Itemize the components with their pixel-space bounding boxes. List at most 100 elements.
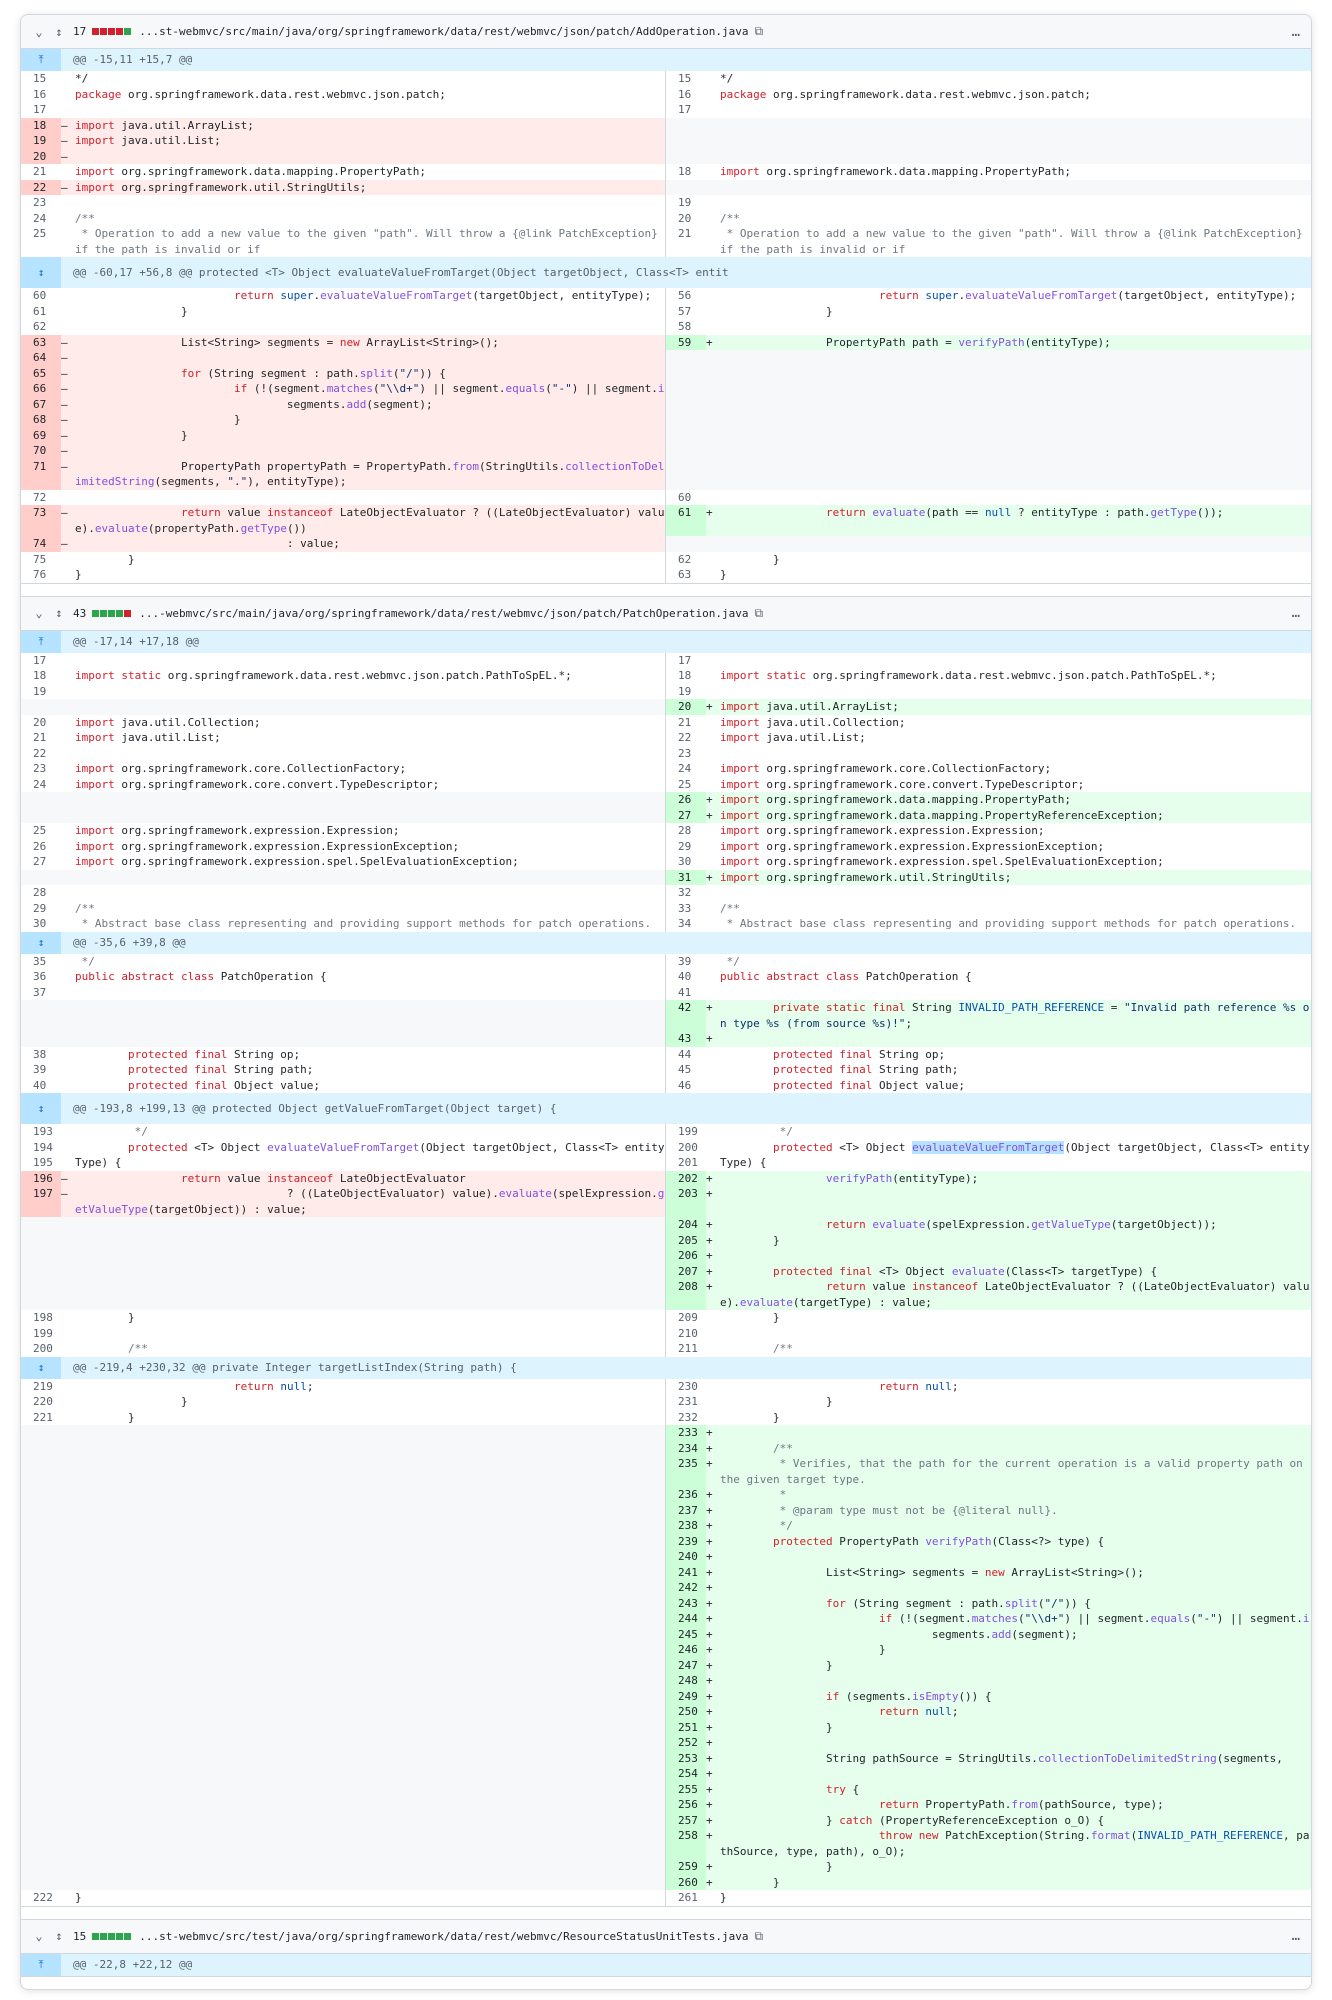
line-number[interactable]: 29 (666, 839, 706, 855)
line-number[interactable]: 33 (666, 901, 706, 917)
line-number[interactable]: 22 (21, 179, 61, 195)
line-number[interactable]: 255 (666, 1781, 706, 1797)
line-number[interactable]: 32 (666, 885, 706, 901)
line-number[interactable]: 61 (21, 304, 61, 320)
line-number[interactable]: 27 (21, 854, 61, 870)
line-number[interactable]: 20 (21, 148, 61, 164)
line-number[interactable]: 76 (21, 567, 61, 583)
expand-both-icon[interactable]: ↕ (21, 1093, 61, 1124)
line-number[interactable] (21, 1596, 61, 1612)
line-number[interactable]: 194 (21, 1140, 61, 1156)
copy-icon[interactable]: ⧉ (755, 24, 764, 39)
line-number[interactable]: 63 (666, 567, 706, 583)
line-number[interactable]: 41 (666, 985, 706, 1001)
line-number[interactable]: 254 (666, 1766, 706, 1782)
line-number[interactable]: 257 (666, 1812, 706, 1828)
line-number[interactable]: 240 (666, 1549, 706, 1565)
line-number[interactable] (666, 133, 706, 149)
expand-all-icon[interactable]: ↕ (51, 1929, 67, 1943)
more-options-icon[interactable]: … (1292, 1928, 1301, 1944)
line-number[interactable]: 17 (666, 102, 706, 118)
line-number[interactable]: 20 (666, 699, 706, 715)
line-number[interactable]: 200 (666, 1140, 706, 1156)
line-number[interactable]: 62 (666, 552, 706, 568)
line-number[interactable]: 17 (21, 102, 61, 118)
line-number[interactable] (21, 1441, 61, 1457)
line-number[interactable] (21, 1233, 61, 1249)
chevron-down-icon[interactable]: ⌄ (31, 1929, 47, 1943)
line-number[interactable] (21, 1782, 61, 1798)
chevron-down-icon[interactable]: ⌄ (31, 606, 47, 620)
line-number[interactable]: 71 (21, 458, 61, 490)
line-number[interactable]: 193 (21, 1124, 61, 1140)
line-number[interactable]: 15 (21, 71, 61, 87)
line-number[interactable] (666, 536, 706, 552)
line-number[interactable]: 34 (666, 916, 706, 932)
line-number[interactable] (21, 1611, 61, 1627)
line-number[interactable] (21, 1627, 61, 1643)
line-number[interactable] (21, 1875, 61, 1891)
line-number[interactable]: 201 (666, 1155, 706, 1171)
line-number[interactable]: 64 (21, 350, 61, 366)
line-number[interactable]: 24 (666, 761, 706, 777)
line-number[interactable]: 211 (666, 1341, 706, 1357)
line-number[interactable]: 239 (666, 1533, 706, 1549)
line-number[interactable]: 69 (21, 427, 61, 443)
line-number[interactable]: 198 (21, 1310, 61, 1326)
line-number[interactable] (21, 1425, 61, 1441)
line-number[interactable]: 243 (666, 1595, 706, 1611)
line-number[interactable] (21, 1565, 61, 1581)
line-number[interactable]: 221 (21, 1410, 61, 1426)
copy-icon[interactable]: ⧉ (755, 606, 764, 621)
line-number[interactable]: 26 (21, 839, 61, 855)
line-number[interactable]: 244 (666, 1611, 706, 1627)
line-number[interactable]: 37 (21, 985, 61, 1001)
line-number[interactable]: 17 (21, 653, 61, 669)
line-number[interactable]: 259 (666, 1859, 706, 1875)
line-number[interactable]: 26 (666, 792, 706, 808)
line-number[interactable]: 58 (666, 319, 706, 335)
line-number[interactable] (21, 1704, 61, 1720)
more-options-icon[interactable]: … (1292, 605, 1301, 621)
line-number[interactable]: 31 (666, 869, 706, 885)
line-number[interactable] (21, 1735, 61, 1751)
line-number[interactable]: 207 (666, 1263, 706, 1279)
line-number[interactable] (21, 1264, 61, 1280)
line-number[interactable]: 251 (666, 1719, 706, 1735)
line-number[interactable]: 20 (21, 715, 61, 731)
line-number[interactable] (666, 180, 706, 196)
line-number[interactable]: 245 (666, 1626, 706, 1642)
line-number[interactable]: 70 (21, 443, 61, 459)
expand-all-icon[interactable]: ↕ (51, 606, 67, 620)
line-number[interactable]: 18 (666, 164, 706, 180)
line-number[interactable]: 65 (21, 365, 61, 381)
line-number[interactable]: 210 (666, 1326, 706, 1342)
line-number[interactable] (21, 1217, 61, 1233)
line-number[interactable]: 205 (666, 1232, 706, 1248)
line-number[interactable]: 56 (666, 288, 706, 304)
line-number[interactable] (21, 1642, 61, 1658)
line-number[interactable] (21, 1828, 61, 1859)
line-number[interactable] (21, 1580, 61, 1596)
line-number[interactable]: 209 (666, 1310, 706, 1326)
line-number[interactable] (21, 1549, 61, 1565)
line-number[interactable]: 28 (21, 885, 61, 901)
line-number[interactable]: 17 (666, 653, 706, 669)
line-number[interactable]: 258 (666, 1828, 706, 1859)
line-number[interactable]: 72 (21, 490, 61, 506)
line-number[interactable] (666, 459, 706, 490)
line-number[interactable]: 75 (21, 552, 61, 568)
line-number[interactable]: 40 (666, 969, 706, 985)
line-number[interactable]: 238 (666, 1518, 706, 1534)
line-number[interactable]: 206 (666, 1248, 706, 1264)
line-number[interactable]: 27 (666, 807, 706, 823)
line-number[interactable]: 25 (21, 823, 61, 839)
line-number[interactable]: 195 (21, 1155, 61, 1171)
line-number[interactable] (21, 1797, 61, 1813)
line-number[interactable]: 16 (666, 87, 706, 103)
line-number[interactable] (21, 1487, 61, 1503)
line-number[interactable]: 43 (666, 1031, 706, 1047)
line-number[interactable]: 200 (21, 1341, 61, 1357)
expand-all-icon[interactable]: ↕ (51, 25, 67, 39)
line-number[interactable]: 63 (21, 334, 61, 350)
